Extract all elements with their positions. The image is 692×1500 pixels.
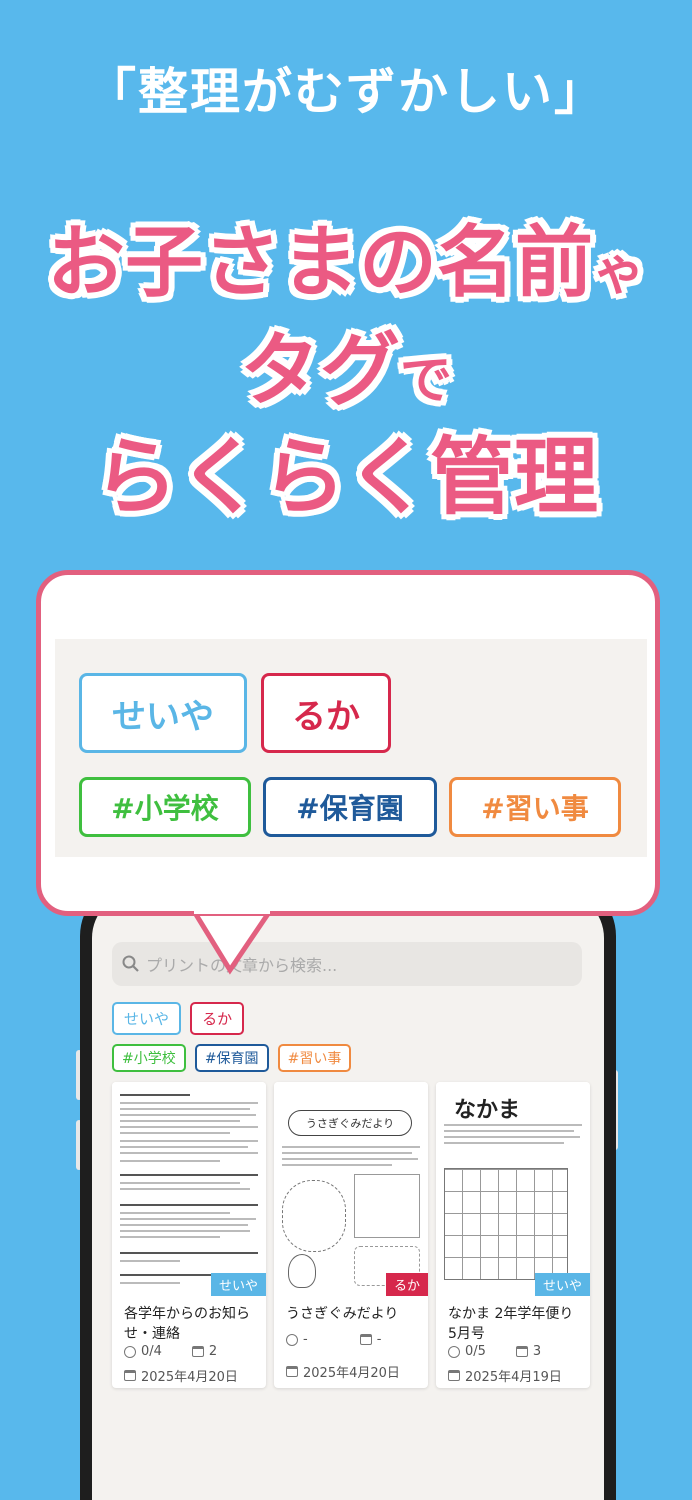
calendar-icon	[515, 1346, 528, 1357]
thumbnail-bubble	[282, 1180, 346, 1252]
headline-line-1: お子さまの名前ゃ	[0, 200, 692, 312]
tag-chip-elementary: #小学校	[79, 777, 251, 837]
print-thumbnail: なかま せいや	[436, 1082, 590, 1296]
tag-chip-nursery: #保育園	[263, 777, 437, 837]
card-title: 各学年からのお知らせ・連絡	[124, 1306, 250, 1342]
event-count: 3	[532, 1344, 542, 1359]
search-icon	[122, 955, 139, 972]
headline-line-1-main: お子さまの名前	[46, 218, 593, 308]
print-card[interactable]: せいや 各学年からのお知らせ・連絡 0/4 2 2025年4月20日	[112, 1082, 266, 1388]
child-chip-seiya: せいや	[79, 673, 247, 753]
callout-tail	[190, 908, 275, 975]
calendar-icon	[124, 1370, 136, 1381]
calendar-icon	[448, 1370, 460, 1381]
newsletter-title: なかま	[454, 1098, 521, 1123]
event-count: -	[376, 1332, 382, 1347]
check-circle-icon	[448, 1345, 460, 1358]
print-thumbnail: うさぎぐみだより るか	[274, 1082, 428, 1296]
newsletter-title: うさぎぐみだより	[305, 1117, 395, 1130]
calendar-grid	[444, 1168, 568, 1280]
tag-chip-elementary[interactable]: #小学校	[112, 1044, 186, 1072]
subtitle: 「整理がむずかしい」	[86, 63, 606, 121]
calendar-icon	[191, 1346, 204, 1357]
print-card[interactable]: なかま せいや なかま 2年学年便り 5月号 0/5 3 2025年4月19日	[436, 1082, 590, 1388]
print-thumbnail: せいや	[112, 1082, 266, 1296]
child-chip-ruka: るか	[261, 673, 391, 753]
tag-filter-row: #小学校 #保育園 #習い事	[112, 1044, 355, 1072]
print-card[interactable]: うさぎぐみだより るか うさぎぐみだより - - 2025年4月20日	[274, 1082, 428, 1388]
child-chip-seiya[interactable]: せいや	[112, 1002, 182, 1035]
search-input[interactable]: プリントの文章から検索...	[112, 942, 582, 986]
card-date: 2025年4月19日	[465, 1370, 562, 1385]
calendar-icon	[359, 1334, 372, 1345]
card-stats: - -	[286, 1332, 381, 1347]
card-date: 2025年4月20日	[141, 1370, 238, 1385]
headline-line-3: らくらく管理	[93, 428, 598, 526]
child-filter-row: せいや るか	[112, 1002, 248, 1035]
callout-chip-panel: せいや るか #小学校 #保育園 #習い事	[55, 639, 647, 857]
child-badge: るか	[385, 1273, 428, 1296]
print-card-list: せいや 各学年からのお知らせ・連絡 0/4 2 2025年4月20日 うさぎぐみ…	[112, 1082, 590, 1388]
card-stats: 0/5 3	[448, 1344, 541, 1359]
headline-line-2-small: で	[399, 351, 452, 411]
check-circle-icon	[286, 1333, 298, 1346]
tag-chip-lessons: #習い事	[449, 777, 621, 837]
rabbit-illustration	[288, 1254, 316, 1288]
thumbnail-box	[354, 1174, 420, 1238]
card-date-row: 2025年4月20日	[124, 1366, 238, 1385]
calendar-icon	[286, 1366, 298, 1377]
callout-bubble: せいや るか #小学校 #保育園 #習い事	[36, 570, 660, 916]
task-count: 0/5	[465, 1344, 486, 1359]
check-circle-icon	[124, 1345, 136, 1358]
app-screen: プリントの文章から検索... せいや るか #小学校 #保育園 #習い事 せいや…	[92, 892, 604, 1500]
child-chip-ruka[interactable]: るか	[190, 1002, 245, 1035]
card-stats: 0/4 2	[124, 1344, 217, 1359]
task-count: -	[303, 1332, 308, 1347]
headline-line-2-main: タグ	[239, 324, 400, 417]
headline-line-2: タグで	[0, 306, 692, 422]
tag-chip-nursery[interactable]: #保育園	[194, 1044, 269, 1072]
task-count: 0/4	[141, 1344, 162, 1359]
tag-chip-lessons[interactable]: #習い事	[277, 1044, 352, 1072]
newsletter-title-frame: うさぎぐみだより	[288, 1110, 412, 1136]
card-date-row: 2025年4月19日	[448, 1366, 562, 1385]
card-date-row: 2025年4月20日	[286, 1362, 400, 1381]
headline-line-1-small: ゃ	[593, 242, 646, 302]
card-title: なかま 2年学年便り 5月号	[448, 1306, 574, 1342]
child-badge: せいや	[210, 1273, 266, 1296]
card-date: 2025年4月20日	[303, 1366, 400, 1381]
callout-tail-join	[194, 906, 270, 914]
phone-frame: プリントの文章から検索... せいや るか #小学校 #保育園 #習い事 せいや…	[80, 880, 616, 1500]
event-count: 2	[208, 1344, 218, 1359]
card-title: うさぎぐみだより	[286, 1306, 399, 1322]
child-badge: せいや	[534, 1273, 590, 1296]
